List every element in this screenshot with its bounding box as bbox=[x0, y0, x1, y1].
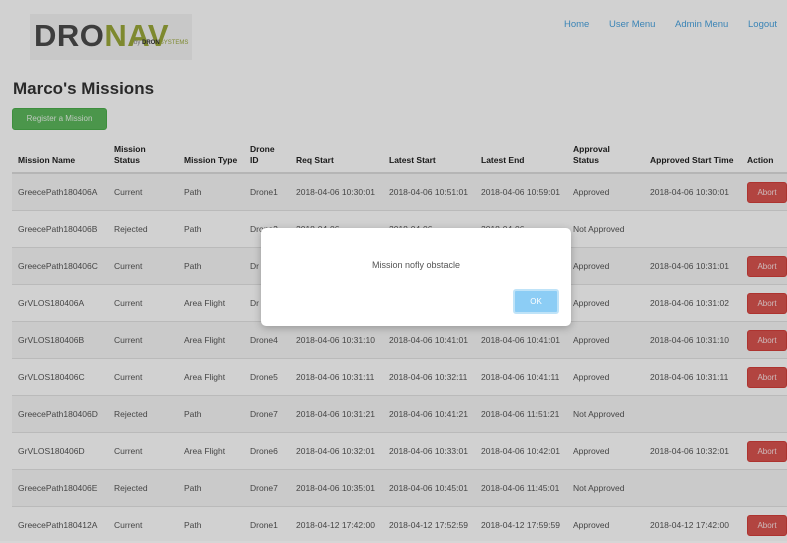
alert-dialog: Mission nofly obstacle OK bbox=[261, 228, 571, 326]
dialog-message: Mission nofly obstacle bbox=[261, 260, 571, 270]
ok-button[interactable]: OK bbox=[513, 289, 559, 314]
